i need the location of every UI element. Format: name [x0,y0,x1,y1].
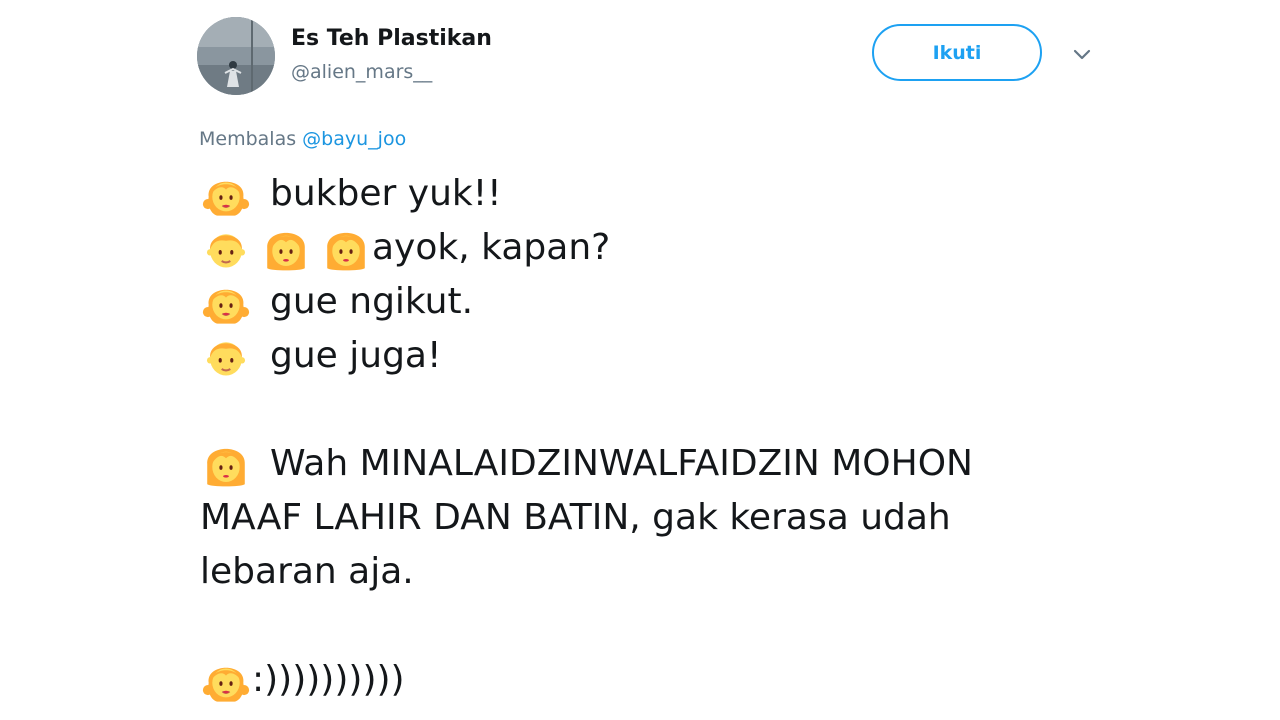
avatar[interactable] [197,17,275,95]
girl-emoji-icon [200,276,252,328]
woman-emoji-icon [200,438,252,490]
tweet-line: gue ngikut. [200,275,1100,329]
tweet-line: gue juga! [200,329,1100,383]
tweet-line: :)))))))))) [200,653,1100,707]
follow-button[interactable]: Ikuti [872,24,1042,81]
profile-photo-icon [197,17,275,95]
reply-context: Membalas @bayu_joo [199,126,406,152]
reply-mention-link[interactable]: @bayu_joo [302,128,406,150]
girl-emoji-icon [200,654,252,706]
display-name[interactable]: Es Teh Plastikan [291,24,492,54]
boy-emoji-icon [200,330,252,382]
tweet-line: bukber yuk!! [200,167,1100,221]
tweet-line: ayok, kapan? [200,221,1100,275]
tweet-line: MAAF LAHIR DAN BATIN, gak kerasa udah [200,491,1100,545]
tweet-line: lebaran aja. [200,545,1100,599]
tweet-line-text: bukber yuk!! [270,173,502,214]
woman-emoji-icon [260,222,312,274]
reply-prefix: Membalas [199,128,297,150]
tweet-line: Wah MINALAIDZINWALFAIDZIN MOHON [200,437,1100,491]
tweet-line-text: :)))))))))) [252,659,405,700]
tweet-line-text: lebaran aja. [200,551,414,592]
tweet-line-text: Wah MINALAIDZINWALFAIDZIN MOHON [270,443,973,484]
tweet-text: bukber yuk!! ayok, kapan? gue ngikut. gu… [200,167,1100,707]
tweet-line-text: MAAF LAHIR DAN BATIN, gak kerasa udah [200,497,951,538]
tweet-line-text: gue ngikut. [270,281,474,322]
girl-emoji-icon [200,168,252,220]
tweet-line-text: ayok, kapan? [372,227,611,268]
user-handle[interactable]: @alien_mars__ [291,58,432,86]
tweet-line-text: gue juga! [270,335,442,376]
woman-emoji-icon [320,222,372,274]
boy-emoji-icon [200,222,252,274]
chevron-down-icon[interactable] [1070,44,1094,66]
